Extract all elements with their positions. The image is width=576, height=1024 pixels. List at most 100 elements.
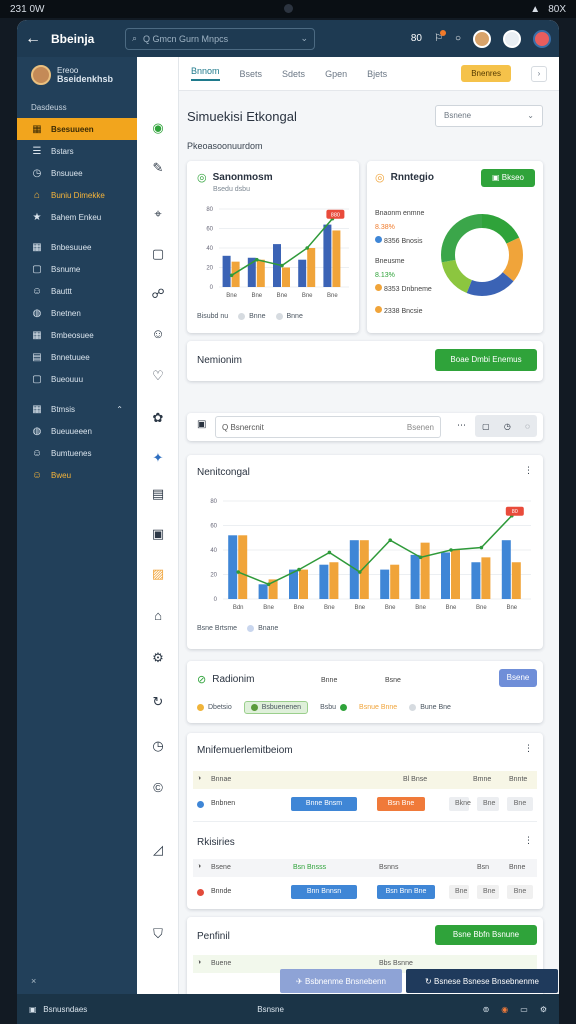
radio-option-selected[interactable]: Bsbuenenen xyxy=(243,701,309,714)
avatar[interactable] xyxy=(473,29,491,48)
analytics-icon[interactable]: ◿ xyxy=(149,841,167,859)
sidebar-item[interactable]: ☺ Bauttt xyxy=(17,280,137,302)
row-tag[interactable]: Bsn Bnn Bne xyxy=(377,885,435,899)
settings-icon[interactable]: ◌ xyxy=(525,422,530,431)
tabs-action-button[interactable]: Bnenres xyxy=(461,65,511,82)
more-icon[interactable]: › xyxy=(531,65,547,82)
more-icon[interactable]: ⋯ xyxy=(457,420,466,431)
card-action-button[interactable]: ▣ Bkseo xyxy=(481,169,535,187)
user-avatar[interactable] xyxy=(503,29,521,48)
search-icon[interactable]: ○ xyxy=(455,33,461,44)
pen-icon[interactable]: ✎ xyxy=(149,159,167,177)
sidebar-item[interactable]: ☰ Bstars xyxy=(17,140,137,162)
shield-icon[interactable]: ⛉ xyxy=(149,925,167,943)
calendar-icon[interactable]: ▣ xyxy=(149,525,167,543)
header-cell: Bsn Bnsss xyxy=(293,864,327,871)
primary-action-button[interactable]: Boae Dmbi Enemus xyxy=(435,349,537,371)
sidebar-item[interactable]: ◍ Bueuueeen xyxy=(17,420,137,442)
action-card: Nemionim Boae Dmbi Enemus xyxy=(187,341,543,381)
back-arrow-icon[interactable]: ← xyxy=(25,30,45,48)
gear-icon[interactable]: ⚙ xyxy=(149,649,167,667)
sidebar-section-toggle[interactable]: ▦ Btmsis ⌃ xyxy=(17,398,137,420)
sidebar-item[interactable]: ▤ Bnnetuuee xyxy=(17,346,137,368)
window-icon[interactable]: ▭ xyxy=(520,1005,528,1014)
more-vertical-icon[interactable]: ⋮ xyxy=(524,465,533,476)
combo-bar-line-chart: 0 20 40 60 80 Bdn Bne Bne Bne Bne Bne Bne Bne Bne Bne 8… xyxy=(210,499,531,611)
more-vertical-icon[interactable]: ⋮ xyxy=(524,743,533,754)
heart-icon[interactable]: ♡ xyxy=(149,367,167,385)
doc-icon[interactable]: ▢ xyxy=(149,245,167,263)
radio-card-button[interactable]: Bsene xyxy=(499,669,537,687)
sidebar-item[interactable]: ▦ Bsesuueen xyxy=(17,118,137,140)
table-icon[interactable]: ▤ xyxy=(149,485,167,503)
sidebar-item[interactable]: ▦ Bnbesuuee xyxy=(17,236,137,258)
x-tick-label: Bne xyxy=(506,605,517,611)
settings-icon[interactable]: ⚙ xyxy=(540,1005,547,1014)
filter-right: Bsenen xyxy=(406,423,434,432)
section-subtitle: Pkeoasoonuurdom xyxy=(187,141,263,151)
sidebar-close-icon[interactable]: × xyxy=(31,976,36,986)
sidebar-item[interactable]: ◷ Bnsuuee xyxy=(17,162,137,184)
row-tag[interactable]: Bnne Bnsm Bnsse xyxy=(291,797,357,821)
floating-button-secondary[interactable]: ✈ Bsbnenme Bnsnebenn xyxy=(280,969,402,993)
bell-icon[interactable]: ⚐ xyxy=(434,30,446,44)
home-icon[interactable]: ⌂ xyxy=(149,607,167,625)
tab-2[interactable]: Sdets xyxy=(282,69,305,79)
bar xyxy=(323,224,332,287)
alert-icon[interactable]: ◉ xyxy=(501,1005,508,1014)
sidebar-item[interactable]: ▢ Bueouuu xyxy=(17,368,137,390)
sidebar-item[interactable]: ☺ Bweu xyxy=(17,464,137,486)
sidebar-item[interactable]: ★ Bahem Enkeu xyxy=(17,206,137,228)
image-icon[interactable]: ▨ xyxy=(149,565,167,583)
tab-1[interactable]: Bsets xyxy=(240,69,263,79)
tab-4[interactable]: Bjets xyxy=(367,69,387,79)
sidebar-item-label: Bueouuu xyxy=(51,374,84,384)
legend-item: 2338 Bncsie xyxy=(375,305,432,319)
smile-icon[interactable]: ☺ xyxy=(149,325,167,343)
grid-icon[interactable]: ▣ xyxy=(197,419,206,430)
app-window: ← Bbeinja ⌕ Q Gmcn Gurn Mnpcs ⌄ 80 ⚐ ○ E… xyxy=(17,20,559,1024)
clock-icon[interactable]: ◷ xyxy=(149,737,167,755)
info-icon: ◑ xyxy=(197,775,202,782)
sidebar-item[interactable]: ▢ Bsnume xyxy=(17,258,137,280)
table-row[interactable]: Bnnde Bnn Bnnsn Bnsne Bsn Bnn Bne Bne Bn… xyxy=(193,881,537,909)
coin-icon[interactable]: © xyxy=(149,779,167,797)
star-icon[interactable]: ✦ xyxy=(149,449,167,467)
list-icon[interactable]: ▢ xyxy=(482,422,490,431)
sidebar-item[interactable]: ⌂ Buniu Dimekke xyxy=(17,184,137,206)
radio-option[interactable]: Bune Bne xyxy=(409,704,451,711)
sidebar-item[interactable]: ☺ Bumtuenes xyxy=(17,442,137,464)
chart-icon[interactable]: ◉ xyxy=(149,119,167,137)
profile[interactable]: Ereoo Bseidenkhsb xyxy=(17,57,137,97)
help-icon[interactable]: ⊚ xyxy=(483,1005,490,1014)
tab-3[interactable]: Gpen xyxy=(325,69,347,79)
users-icon[interactable]: ☍ xyxy=(149,285,167,303)
sidebar-item[interactable]: ◍ Bnetnen xyxy=(17,302,137,324)
y-tick-label: 20 xyxy=(210,573,217,579)
row-tag[interactable]: Bnn Bnnsn Bnsne xyxy=(291,885,357,909)
period-select[interactable]: Bsnene ⌄ xyxy=(435,105,543,127)
legend-item: 8353 Dnbneme xyxy=(375,283,432,297)
tag-icon[interactable]: ⌖ xyxy=(149,205,167,223)
grid-icon[interactable]: ▣ xyxy=(29,1005,37,1014)
bottom-card-button[interactable]: Bsne Bbfn Bsnune xyxy=(435,925,537,945)
row-cell: Bkne xyxy=(449,797,471,811)
more-vertical-icon[interactable]: ⋮ xyxy=(524,835,533,846)
filter-input[interactable]: Q Bsnercnit Bsenen xyxy=(215,416,441,438)
radio-option[interactable]: Dbetsio xyxy=(197,704,232,711)
floating-button-primary[interactable]: ↻ Bsnese Bsnese Bnsebnenme xyxy=(406,969,558,993)
sidebar-item[interactable]: ▦ Bmbeosuee xyxy=(17,324,137,346)
radio-option[interactable]: Bsbu xyxy=(320,704,348,711)
row-tag[interactable]: Bsn Bne xyxy=(377,797,425,811)
radio-option[interactable]: Bsnue Bnne xyxy=(359,704,397,711)
profile-avatar[interactable] xyxy=(533,29,551,48)
table-row[interactable]: Bnbnen Bnne Bnsm Bnsse Bsn Bne Bkne Bne … xyxy=(193,793,537,821)
clock-icon[interactable]: ◷ xyxy=(504,422,511,431)
trend-point xyxy=(358,570,362,574)
tab-0[interactable]: Bnnom xyxy=(191,66,220,81)
puzzle-icon[interactable]: ✿ xyxy=(149,409,167,427)
search-input[interactable]: ⌕ Q Gmcn Gurn Mnpcs ⌄ xyxy=(125,27,315,50)
view-toggle[interactable]: ▢ ◷ ◌ xyxy=(475,415,537,437)
globe-icon: ◍ xyxy=(32,425,42,437)
refresh-icon[interactable]: ↻ xyxy=(149,693,167,711)
